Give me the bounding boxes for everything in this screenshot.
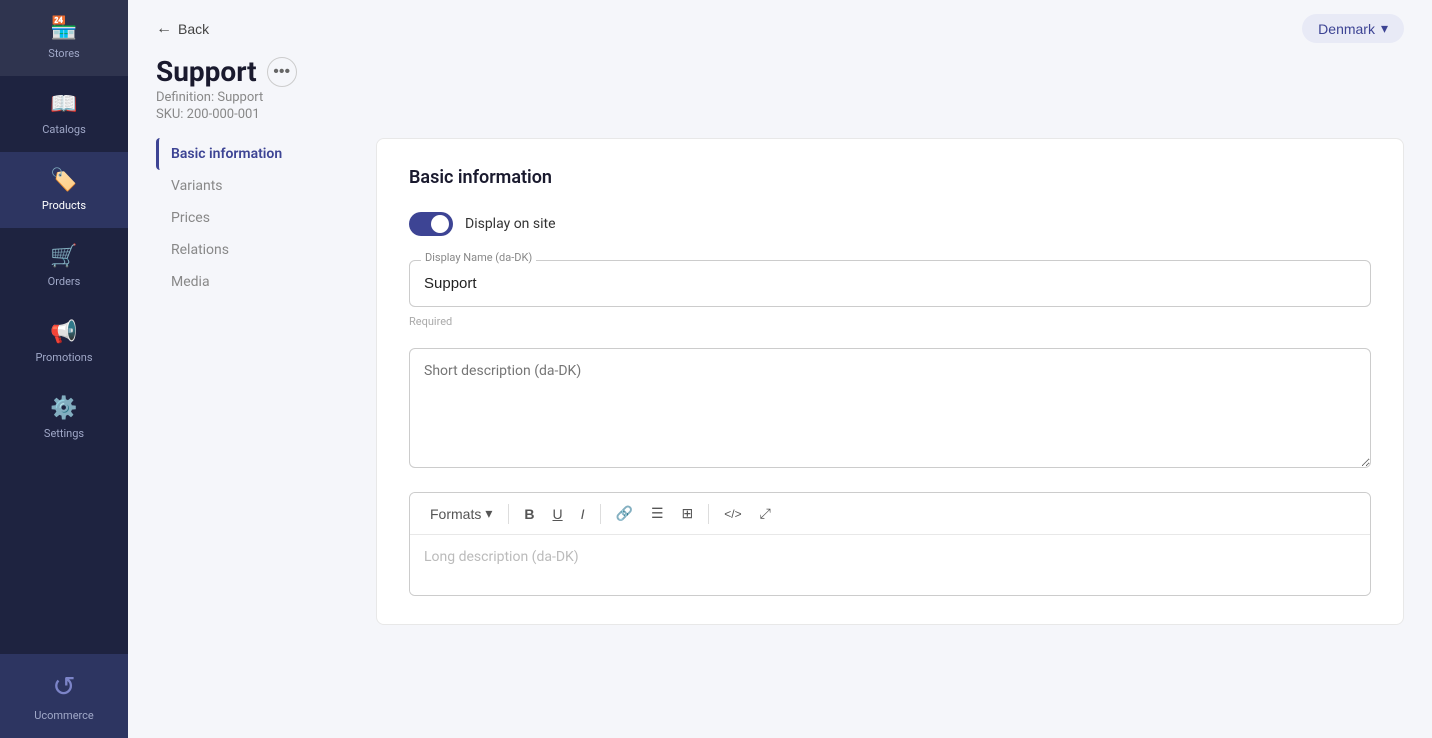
left-nav: Basic information Variants Prices Relati… — [156, 138, 376, 738]
promotions-icon: 📢 — [50, 320, 77, 345]
sidebar-bottom: ↺ Ucommerce — [0, 654, 128, 738]
more-options-button[interactable]: ••• — [267, 57, 297, 87]
rte-divider-1 — [508, 504, 509, 524]
sidebar-item-label-products: Products — [42, 199, 86, 212]
sidebar: 🏪 Stores 📖 Catalogs 🏷️ Products 🛒 Orders… — [0, 0, 128, 738]
long-desc-placeholder: Long description (da-DK) — [424, 549, 579, 565]
back-arrow-icon: ← — [156, 20, 172, 38]
sidebar-item-products[interactable]: 🏷️ Products — [0, 152, 128, 228]
catalogs-icon: 📖 — [50, 92, 77, 117]
page-header: Support ••• Definition: Support SKU: 200… — [128, 51, 1432, 122]
display-name-hint: Required — [409, 315, 1371, 328]
code-icon: </> — [724, 507, 741, 521]
bold-icon: B — [524, 506, 534, 522]
page-sku: SKU: 200-000-001 — [156, 107, 1404, 122]
long-description-editor: Formats ▾ B U I — [409, 492, 1371, 596]
display-on-site-toggle[interactable] — [409, 212, 453, 236]
sidebar-item-settings[interactable]: ⚙️ Settings — [0, 380, 128, 456]
basic-info-card: Basic information Display on site Displa… — [376, 138, 1404, 625]
ucommerce-label: Ucommerce — [34, 709, 94, 722]
back-label: Back — [178, 21, 209, 37]
italic-icon: I — [581, 506, 585, 522]
display-name-label: Display Name (da-DK) — [421, 251, 536, 264]
locale-label: Denmark — [1318, 21, 1375, 37]
rte-formats-button[interactable]: Formats ▾ — [422, 501, 500, 526]
rte-list-button[interactable]: ☰ — [644, 501, 671, 526]
table-icon: ⊞ — [682, 505, 694, 522]
underline-icon: U — [553, 506, 563, 522]
back-button[interactable]: ← Back — [156, 20, 209, 38]
sidebar-ucommerce[interactable]: ↺ Ucommerce — [0, 654, 128, 738]
rte-table-button[interactable]: ⊞ — [675, 501, 701, 526]
nav-item-prices[interactable]: Prices — [156, 202, 352, 234]
toggle-label: Display on site — [465, 216, 556, 232]
sidebar-item-label-promotions: Promotions — [35, 351, 92, 364]
sidebar-item-label-orders: Orders — [48, 275, 81, 288]
rte-formats-label: Formats — [430, 506, 481, 522]
display-on-site-row: Display on site — [409, 212, 1371, 236]
locale-arrow-icon: ▾ — [1381, 20, 1388, 37]
expand-icon: ⤢ — [760, 505, 771, 522]
display-name-field-wrapper: Display Name (da-DK) — [409, 260, 1371, 307]
rte-toolbar: Formats ▾ B U I — [410, 493, 1370, 535]
topbar: ← Back Denmark ▾ — [128, 0, 1432, 51]
sidebar-item-stores[interactable]: 🏪 Stores — [0, 0, 128, 76]
content-layout: Basic information Variants Prices Relati… — [128, 122, 1432, 738]
nav-item-variants[interactable]: Variants — [156, 170, 352, 202]
rte-divider-2 — [600, 504, 601, 524]
sidebar-item-label-catalogs: Catalogs — [42, 123, 86, 136]
stores-icon: 🏪 — [50, 16, 77, 41]
products-icon: 🏷️ — [50, 168, 77, 193]
sidebar-item-label-stores: Stores — [48, 47, 79, 60]
rte-link-button[interactable]: 🔗 — [609, 501, 640, 526]
short-description-input[interactable] — [409, 348, 1371, 468]
rte-italic-button[interactable]: I — [574, 502, 592, 526]
page-title: Support — [156, 55, 257, 88]
ucommerce-icon: ↺ — [52, 670, 75, 703]
rte-formats-arrow-icon: ▾ — [485, 505, 492, 522]
settings-icon: ⚙️ — [50, 396, 77, 421]
nav-item-basic-information[interactable]: Basic information — [156, 138, 352, 170]
page-definition: Definition: Support — [156, 90, 1404, 105]
sidebar-item-catalogs[interactable]: 📖 Catalogs — [0, 76, 128, 152]
nav-item-media[interactable]: Media — [156, 266, 352, 298]
nav-item-relations[interactable]: Relations — [156, 234, 352, 266]
rte-code-button[interactable]: </> — [717, 503, 748, 525]
card-title: Basic information — [409, 167, 1371, 188]
rte-underline-button[interactable]: U — [546, 502, 570, 526]
more-options-icon: ••• — [273, 63, 290, 81]
rte-bold-button[interactable]: B — [517, 502, 541, 526]
orders-icon: 🛒 — [50, 244, 77, 269]
link-icon: 🔗 — [616, 505, 633, 522]
locale-button[interactable]: Denmark ▾ — [1302, 14, 1404, 43]
rte-expand-button[interactable]: ⤢ — [753, 501, 778, 526]
display-name-input[interactable] — [409, 260, 1371, 307]
sidebar-item-promotions[interactable]: 📢 Promotions — [0, 304, 128, 380]
rte-divider-3 — [708, 504, 709, 524]
main-content: ← Back Denmark ▾ Support ••• Definition:… — [128, 0, 1432, 738]
list-icon: ☰ — [651, 505, 664, 522]
long-description-input[interactable]: Long description (da-DK) — [410, 535, 1370, 595]
right-panel: Basic information Display on site Displa… — [376, 138, 1404, 738]
sidebar-item-label-settings: Settings — [44, 427, 84, 440]
sidebar-item-orders[interactable]: 🛒 Orders — [0, 228, 128, 304]
